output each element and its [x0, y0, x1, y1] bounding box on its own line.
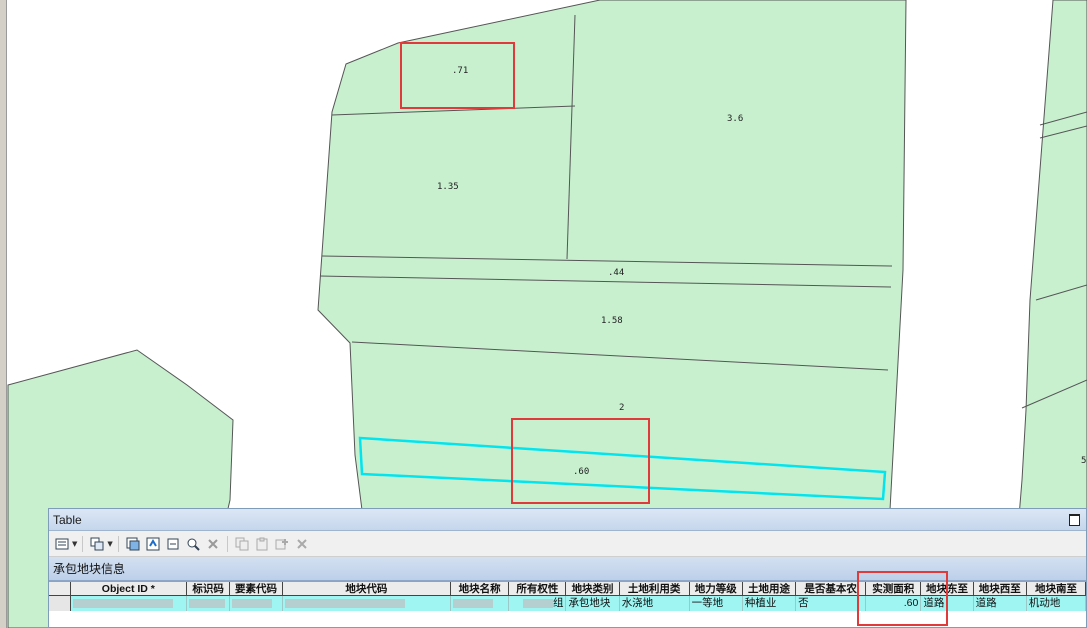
column-header[interactable]: 土地利用类 [620, 582, 690, 595]
column-header[interactable]: 地块南至 [1027, 582, 1086, 595]
parcel-label: 1.58 [601, 316, 623, 326]
select-by-attributes-icon[interactable] [124, 535, 142, 553]
column-header[interactable]: 土地用途 [743, 582, 797, 595]
add-icon[interactable] [273, 535, 291, 553]
cell-dkmc[interactable] [451, 596, 510, 611]
table-options-icon [53, 535, 71, 553]
left-frame-edge [0, 0, 7, 628]
zoom-to-selected-icon[interactable] [184, 535, 202, 553]
cell-tdyt[interactable]: 种植业 [743, 596, 797, 611]
column-header[interactable]: 要素代码 [230, 582, 283, 595]
column-header[interactable]: 地力等级 [690, 582, 743, 595]
cell-syqxz[interactable]: 组 [509, 596, 567, 611]
column-header[interactable]: Object ID * [71, 582, 187, 595]
related-tables-button[interactable]: ▼ [88, 535, 113, 553]
cell-dklb[interactable]: 承包地块 [566, 596, 620, 611]
cell-syqxz-text: 组 [552, 597, 564, 609]
highlight-box-area-column [857, 571, 948, 626]
table-title: Table [53, 512, 82, 527]
column-header[interactable]: 所有权性 [509, 582, 567, 595]
cell-ysdm[interactable] [230, 596, 283, 611]
column-header[interactable]: 标识码 [187, 582, 231, 595]
cell-dkxz[interactable]: 道路 [974, 596, 1027, 611]
remove-icon[interactable] [293, 535, 311, 553]
row-selector-header[interactable] [49, 582, 71, 595]
cell-bsm[interactable] [187, 596, 231, 611]
table-tab-label: 承包地块信息 [53, 562, 126, 576]
parcel-label: 1.35 [437, 182, 459, 192]
related-tables-icon [88, 535, 106, 553]
delete-selected-icon[interactable] [204, 535, 222, 553]
paste-icon[interactable] [253, 535, 271, 553]
cell-object-id[interactable] [71, 596, 187, 611]
parcel-label: .44 [608, 268, 624, 278]
highlight-box-parcel-071 [400, 42, 515, 109]
cell-dkdm[interactable] [283, 596, 452, 611]
column-header[interactable]: 地块类别 [566, 582, 620, 595]
row-selector[interactable] [49, 596, 71, 611]
column-header[interactable]: 地块代码 [283, 582, 452, 595]
table-title-bar[interactable]: Table [49, 509, 1086, 531]
parcel-label: 3.6 [727, 114, 743, 124]
table-options-button[interactable]: ▼ [53, 535, 77, 553]
parcel-label: 2 [619, 403, 624, 413]
highlight-box-parcel-060 [511, 418, 650, 504]
column-header[interactable]: 地块名称 [451, 582, 510, 595]
switch-selection-icon[interactable] [144, 535, 162, 553]
clear-selection-icon[interactable] [164, 535, 182, 553]
copy-icon[interactable] [233, 535, 251, 553]
column-header[interactable]: 是否基本农 [796, 582, 867, 595]
maximize-button[interactable] [1069, 513, 1080, 526]
cell-dldj[interactable]: 一等地 [690, 596, 743, 611]
column-header[interactable]: 地块西至 [974, 582, 1027, 595]
table-toolbar: ▼ ▼ [49, 531, 1086, 557]
cell-sfjbnt[interactable]: 否 [796, 596, 867, 611]
parcel-label: 5 [1081, 456, 1086, 466]
cell-tdlylx[interactable]: 水浇地 [620, 596, 690, 611]
cell-dknz[interactable]: 机动地 [1027, 596, 1086, 611]
